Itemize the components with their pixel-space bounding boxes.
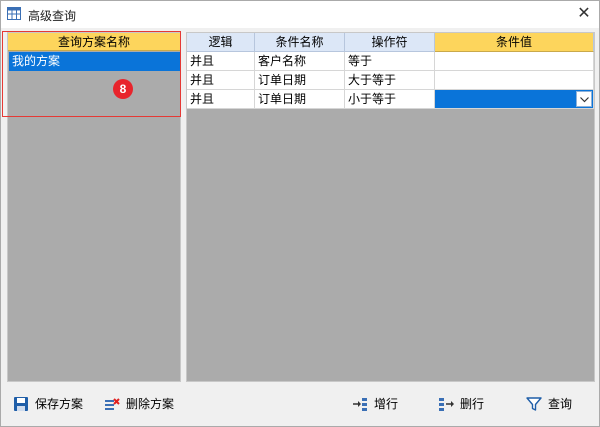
grid-header: 逻辑 条件名称 操作符 条件值 [187, 33, 594, 52]
delete-scheme-icon [105, 398, 120, 410]
close-button[interactable]: ✕ [569, 1, 599, 28]
scheme-item[interactable]: 我的方案 [9, 52, 180, 71]
column-header-value[interactable]: 条件值 [435, 33, 594, 52]
cell-condition-name[interactable]: 订单日期 [255, 71, 345, 90]
cell-logic[interactable]: 并且 [187, 90, 255, 109]
save-scheme-button[interactable]: 保存方案 [13, 393, 83, 415]
save-icon [14, 397, 28, 411]
cell-operator[interactable]: 等于 [345, 52, 435, 71]
filter-icon [526, 397, 542, 411]
cell-value[interactable] [435, 52, 594, 71]
column-header-operator[interactable]: 操作符 [345, 33, 435, 52]
column-header-logic[interactable]: 逻辑 [187, 33, 255, 52]
delete-row-label: 删行 [460, 397, 485, 411]
cell-operator[interactable]: 小于等于 [345, 90, 435, 109]
dialog-body: 查询方案名称 我的方案 8 逻辑 条件名称 操作符 条件值 并且 客户名称 等于… [1, 28, 599, 426]
combobox-dropdown-button[interactable] [576, 91, 592, 107]
delete-row-button[interactable]: 删行 [438, 393, 484, 415]
query-button[interactable]: 查询 [526, 393, 572, 415]
add-row-button[interactable]: 增行 [352, 393, 398, 415]
title-bar: 高级查询 ✕ [1, 1, 599, 28]
scheme-list-header: 查询方案名称 [8, 33, 180, 51]
query-label: 查询 [548, 397, 573, 411]
save-scheme-label: 保存方案 [35, 397, 84, 411]
chevron-down-icon [580, 97, 589, 103]
cell-operator[interactable]: 大于等于 [345, 71, 435, 90]
add-row-icon [353, 398, 367, 411]
step-badge: 8 [113, 79, 133, 99]
cell-value[interactable] [435, 71, 594, 90]
column-header-condition-name[interactable]: 条件名称 [255, 33, 345, 52]
add-row-label: 增行 [374, 397, 399, 411]
table-row[interactable]: 并且 订单日期 大于等于 [187, 71, 594, 90]
table-row[interactable]: 并且 客户名称 等于 [187, 52, 594, 71]
delete-scheme-button[interactable]: 删除方案 [104, 393, 174, 415]
window-title: 高级查询 [28, 9, 77, 23]
scheme-list[interactable]: 查询方案名称 我的方案 [7, 32, 181, 382]
close-icon: ✕ [577, 5, 591, 22]
condition-grid[interactable]: 逻辑 条件名称 操作符 条件值 并且 客户名称 等于 并且 订单日期 大于等于 … [186, 32, 595, 382]
value-combobox[interactable] [435, 90, 594, 109]
table-row[interactable]: 并且 订单日期 小于等于 [187, 90, 594, 109]
cell-logic[interactable]: 并且 [187, 71, 255, 90]
advanced-query-window: 高级查询 ✕ 查询方案名称 我的方案 8 逻辑 条件名称 操作符 条件值 并且 … [0, 0, 600, 427]
delete-scheme-label: 删除方案 [126, 397, 175, 411]
delete-row-icon [439, 398, 454, 411]
cell-condition-name[interactable]: 订单日期 [255, 90, 345, 109]
cell-logic[interactable]: 并且 [187, 52, 255, 71]
table-icon [7, 7, 21, 20]
cell-condition-name[interactable]: 客户名称 [255, 52, 345, 71]
